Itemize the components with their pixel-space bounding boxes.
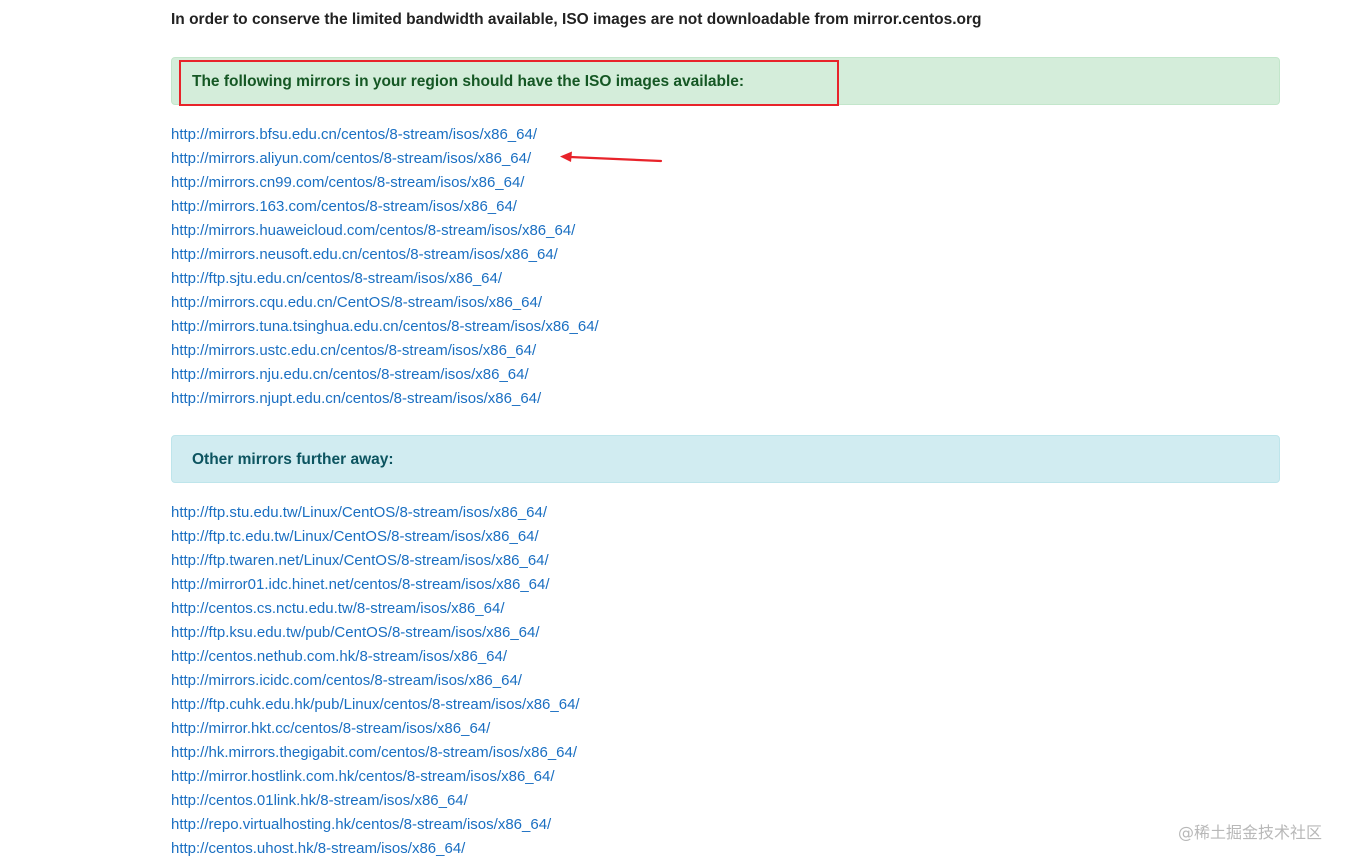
list-item: http://centos.nethub.com.hk/8-stream/iso…	[171, 646, 580, 670]
mirror-link[interactable]: http://mirror.hostlink.com.hk/centos/8-s…	[171, 768, 555, 785]
mirror-link[interactable]: http://mirrors.nju.edu.cn/centos/8-strea…	[171, 366, 529, 383]
list-item: http://mirrors.nju.edu.cn/centos/8-strea…	[171, 364, 599, 388]
list-item: http://hk.mirrors.thegigabit.com/centos/…	[171, 742, 580, 766]
list-item: http://mirrors.neusoft.edu.cn/centos/8-s…	[171, 244, 599, 268]
mirror-link[interactable]: http://centos.uhost.hk/8-stream/isos/x86…	[171, 840, 465, 857]
list-item: http://ftp.ksu.edu.tw/pub/CentOS/8-strea…	[171, 622, 580, 646]
list-item: http://ftp.stu.edu.tw/Linux/CentOS/8-str…	[171, 502, 580, 526]
list-item: http://mirrors.aliyun.com/centos/8-strea…	[171, 148, 599, 172]
mirror-link[interactable]: http://mirror01.idc.hinet.net/centos/8-s…	[171, 576, 550, 593]
mirror-link[interactable]: http://mirror.hkt.cc/centos/8-stream/iso…	[171, 720, 490, 737]
regional-mirrors-heading: The following mirrors in your region sho…	[192, 73, 745, 90]
list-item: http://centos.uhost.hk/8-stream/isos/x86…	[171, 838, 580, 862]
mirror-link[interactable]: http://mirrors.bfsu.edu.cn/centos/8-stre…	[171, 126, 537, 143]
list-item: http://mirrors.huaweicloud.com/centos/8-…	[171, 220, 599, 244]
other-mirrors-alert: Other mirrors further away:	[171, 435, 1280, 483]
list-item: http://ftp.tc.edu.tw/Linux/CentOS/8-stre…	[171, 526, 580, 550]
red-arrow-icon	[560, 151, 663, 163]
list-item: http://mirrors.ustc.edu.cn/centos/8-stre…	[171, 340, 599, 364]
mirror-link[interactable]: http://ftp.tc.edu.tw/Linux/CentOS/8-stre…	[171, 528, 539, 545]
mirror-link[interactable]: http://ftp.twaren.net/Linux/CentOS/8-str…	[171, 552, 549, 569]
list-item: http://mirrors.bfsu.edu.cn/centos/8-stre…	[171, 124, 599, 148]
regional-mirrors-alert: The following mirrors in your region sho…	[171, 57, 1280, 105]
list-item: http://ftp.twaren.net/Linux/CentOS/8-str…	[171, 550, 580, 574]
mirror-link[interactable]: http://repo.virtualhosting.hk/centos/8-s…	[171, 816, 551, 833]
mirror-link[interactable]: http://ftp.cuhk.edu.hk/pub/Linux/centos/…	[171, 696, 580, 713]
mirror-link-aliyun[interactable]: http://mirrors.aliyun.com/centos/8-strea…	[171, 150, 531, 167]
mirror-link[interactable]: http://centos.nethub.com.hk/8-stream/iso…	[171, 648, 507, 665]
mirror-link[interactable]: http://mirrors.njupt.edu.cn/centos/8-str…	[171, 390, 541, 407]
mirror-link[interactable]: http://mirrors.cqu.edu.cn/CentOS/8-strea…	[171, 294, 542, 311]
mirror-link[interactable]: http://hk.mirrors.thegigabit.com/centos/…	[171, 744, 577, 761]
juejin-watermark: @稀土掘金技术社区	[1177, 823, 1322, 842]
list-item: http://mirror.hostlink.com.hk/centos/8-s…	[171, 766, 580, 790]
list-item: http://mirrors.njupt.edu.cn/centos/8-str…	[171, 388, 599, 412]
list-item: http://centos.01link.hk/8-stream/isos/x8…	[171, 790, 580, 814]
list-item: http://repo.virtualhosting.hk/centos/8-s…	[171, 814, 580, 838]
list-item: http://mirrors.cqu.edu.cn/CentOS/8-strea…	[171, 292, 599, 316]
mirror-link[interactable]: http://mirrors.icidc.com/centos/8-stream…	[171, 672, 522, 689]
mirror-link[interactable]: http://ftp.sjtu.edu.cn/centos/8-stream/i…	[171, 270, 502, 287]
other-mirror-list: http://ftp.stu.edu.tw/Linux/CentOS/8-str…	[171, 502, 580, 862]
mirror-list-page: In order to conserve the limited bandwid…	[0, 0, 1346, 863]
list-item: http://ftp.sjtu.edu.cn/centos/8-stream/i…	[171, 268, 599, 292]
list-item: http://mirror01.idc.hinet.net/centos/8-s…	[171, 574, 580, 598]
list-item: http://centos.cs.nctu.edu.tw/8-stream/is…	[171, 598, 580, 622]
list-item: http://mirrors.icidc.com/centos/8-stream…	[171, 670, 580, 694]
mirror-link[interactable]: http://mirrors.tuna.tsinghua.edu.cn/cent…	[171, 318, 599, 335]
list-item: http://ftp.cuhk.edu.hk/pub/Linux/centos/…	[171, 694, 580, 718]
list-item: http://mirrors.tuna.tsinghua.edu.cn/cent…	[171, 316, 599, 340]
mirror-link[interactable]: http://mirrors.neusoft.edu.cn/centos/8-s…	[171, 246, 558, 263]
mirror-link[interactable]: http://ftp.ksu.edu.tw/pub/CentOS/8-strea…	[171, 624, 540, 641]
mirror-link[interactable]: http://mirrors.163.com/centos/8-stream/i…	[171, 198, 517, 215]
other-mirrors-heading: Other mirrors further away:	[192, 451, 394, 468]
mirror-link[interactable]: http://centos.01link.hk/8-stream/isos/x8…	[171, 792, 468, 809]
mirror-link[interactable]: http://mirrors.huaweicloud.com/centos/8-…	[171, 222, 575, 239]
list-item: http://mirrors.163.com/centos/8-stream/i…	[171, 196, 599, 220]
mirror-link[interactable]: http://mirrors.cn99.com/centos/8-stream/…	[171, 174, 524, 191]
list-item: http://mirrors.cn99.com/centos/8-stream/…	[171, 172, 599, 196]
mirror-link[interactable]: http://mirrors.ustc.edu.cn/centos/8-stre…	[171, 342, 536, 359]
mirror-link[interactable]: http://centos.cs.nctu.edu.tw/8-stream/is…	[171, 600, 505, 617]
list-item: http://mirror.hkt.cc/centos/8-stream/iso…	[171, 718, 580, 742]
regional-mirror-list: http://mirrors.bfsu.edu.cn/centos/8-stre…	[171, 124, 599, 412]
mirror-link[interactable]: http://ftp.stu.edu.tw/Linux/CentOS/8-str…	[171, 504, 547, 521]
bandwidth-notice: In order to conserve the limited bandwid…	[171, 11, 982, 28]
